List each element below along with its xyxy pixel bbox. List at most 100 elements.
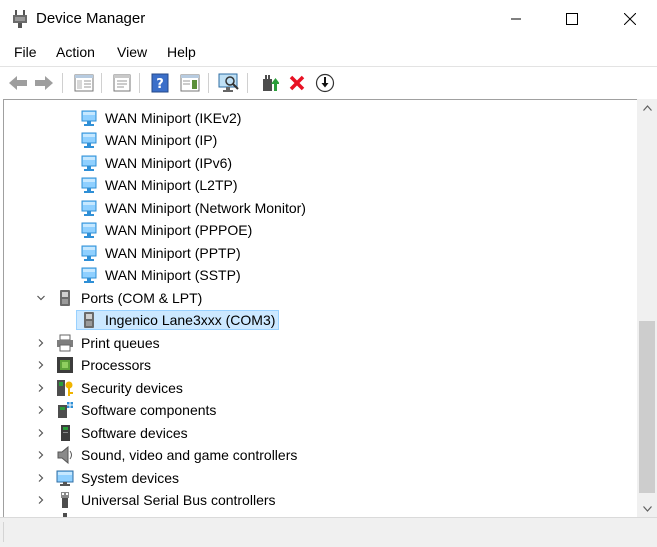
action-pane-button[interactable] bbox=[178, 71, 202, 95]
toolbar: ? bbox=[0, 66, 657, 99]
security-device-icon bbox=[57, 380, 73, 396]
expand-chevron-icon[interactable] bbox=[36, 382, 46, 394]
maximize-icon bbox=[566, 13, 578, 25]
expand-chevron-icon[interactable] bbox=[36, 427, 46, 439]
tree-item-label: Ports (COM & LPT) bbox=[81, 290, 203, 306]
tree-item-wan-pppoe[interactable]: WAN Miniport (PPPOE) bbox=[4, 219, 634, 241]
tree-category-software-devices[interactable]: Software devices bbox=[4, 422, 634, 444]
tree-item-label: WAN Miniport (IKEv2) bbox=[105, 110, 242, 126]
toolbar-separator bbox=[139, 73, 140, 93]
properties-button[interactable] bbox=[110, 71, 134, 95]
scroll-thumb[interactable] bbox=[639, 321, 655, 493]
expand-chevron-icon[interactable] bbox=[36, 449, 46, 461]
toolbar-separator bbox=[247, 73, 248, 93]
menu-view[interactable]: View bbox=[117, 44, 147, 60]
minimize-button[interactable] bbox=[493, 0, 539, 38]
tree-item-wan-l2tp[interactable]: WAN Miniport (L2TP) bbox=[4, 174, 634, 196]
properties-icon bbox=[113, 74, 131, 92]
svg-text:?: ? bbox=[156, 77, 164, 92]
tree-item-label: WAN Miniport (PPPOE) bbox=[105, 222, 253, 238]
tree-item-wan-ikev2[interactable]: WAN Miniport (IKEv2) bbox=[4, 107, 634, 129]
close-button[interactable] bbox=[607, 0, 653, 38]
network-adapter-icon bbox=[81, 110, 97, 126]
menu-file[interactable]: File bbox=[14, 44, 37, 60]
scan-hardware-icon bbox=[218, 73, 239, 92]
tree-item-label: Sound, video and game controllers bbox=[81, 447, 298, 463]
software-device-icon bbox=[61, 425, 70, 441]
forward-button[interactable] bbox=[32, 71, 56, 95]
expand-chevron-icon[interactable] bbox=[36, 359, 46, 371]
window-title: Device Manager bbox=[36, 10, 146, 27]
tree-item-label: WAN Miniport (IP) bbox=[105, 132, 218, 148]
collapse-chevron-icon[interactable] bbox=[36, 292, 46, 304]
scan-hardware-button[interactable] bbox=[217, 71, 241, 95]
expand-chevron-icon[interactable] bbox=[36, 404, 46, 416]
toolbar-separator bbox=[62, 73, 63, 93]
show-hide-console-tree-icon bbox=[74, 74, 94, 92]
tree-category-processors[interactable]: Processors bbox=[4, 354, 634, 376]
speaker-icon bbox=[57, 446, 72, 464]
tree-category-system-devices[interactable]: System devices bbox=[4, 467, 634, 489]
scroll-up-button[interactable] bbox=[637, 99, 657, 116]
tree-item-wan-pptp[interactable]: WAN Miniport (PPTP) bbox=[4, 242, 634, 264]
close-icon bbox=[624, 13, 636, 25]
show-hide-console-tree-button[interactable] bbox=[72, 71, 96, 95]
tree-category-sound-video-game[interactable]: Sound, video and game controllers bbox=[4, 444, 634, 466]
tree-item-label: Processors bbox=[81, 357, 152, 373]
tree-item-wan-ip[interactable]: WAN Miniport (IP) bbox=[4, 129, 634, 151]
chevron-down-icon bbox=[642, 505, 652, 512]
disable-device-icon bbox=[315, 73, 335, 93]
back-icon bbox=[9, 76, 27, 90]
tree-item-label: WAN Miniport (PPTP) bbox=[105, 245, 241, 261]
expand-chevron-icon[interactable] bbox=[36, 337, 46, 349]
tree-category-ports[interactable]: Ports (COM & LPT) bbox=[4, 287, 634, 309]
tree-item-label: Universal Serial Bus controllers bbox=[81, 492, 276, 508]
tree-item-label: Ingenico Lane3xxx (COM3) bbox=[105, 312, 276, 328]
tree-item-label: WAN Miniport (IPv6) bbox=[105, 155, 233, 171]
port-connector-icon bbox=[84, 312, 94, 328]
menu-bar: File Action View Help bbox=[0, 38, 657, 66]
tree-item-label: WAN Miniport (L2TP) bbox=[105, 177, 238, 193]
disable-device-button[interactable] bbox=[313, 71, 337, 95]
scroll-down-button[interactable] bbox=[637, 500, 657, 517]
help-button[interactable]: ? bbox=[148, 71, 172, 95]
tree-item-wan-sstp[interactable]: WAN Miniport (SSTP) bbox=[4, 264, 634, 286]
menu-action[interactable]: Action bbox=[56, 44, 95, 60]
menu-help[interactable]: Help bbox=[167, 44, 196, 60]
help-icon: ? bbox=[151, 73, 169, 93]
network-adapter-icon bbox=[81, 132, 97, 148]
update-driver-button[interactable] bbox=[257, 71, 281, 95]
vertical-scrollbar[interactable] bbox=[637, 99, 657, 517]
expand-chevron-icon[interactable] bbox=[36, 472, 46, 484]
network-adapter-icon bbox=[81, 177, 97, 193]
network-adapter-icon bbox=[81, 155, 97, 171]
status-bar bbox=[0, 517, 657, 547]
maximize-button[interactable] bbox=[549, 0, 595, 38]
tree-item-wan-ipv6[interactable]: WAN Miniport (IPv6) bbox=[4, 152, 634, 174]
uninstall-button[interactable] bbox=[285, 71, 309, 95]
tree-item-wan-network-monitor[interactable]: WAN Miniport (Network Monitor) bbox=[4, 197, 634, 219]
tree-item-label: Software devices bbox=[81, 425, 188, 441]
tree-category-print-queues[interactable]: Print queues bbox=[4, 332, 634, 354]
tree-category-usb-controllers[interactable]: Universal Serial Bus controllers bbox=[4, 489, 634, 511]
uninstall-icon bbox=[289, 75, 305, 91]
tree-item-label: System devices bbox=[81, 470, 180, 486]
device-tree[interactable]: WAN Miniport (IKEv2) WAN Miniport (IP) W… bbox=[3, 99, 638, 518]
system-device-icon bbox=[56, 470, 74, 486]
tree-item-label: WAN Miniport (SSTP) bbox=[105, 267, 241, 283]
action-pane-icon bbox=[180, 74, 200, 92]
tree-item-label: Software components bbox=[81, 402, 217, 418]
minimize-icon bbox=[511, 18, 521, 20]
back-button[interactable] bbox=[6, 71, 30, 95]
port-connector-icon bbox=[60, 290, 70, 306]
toolbar-separator bbox=[208, 73, 209, 93]
tree-item-label: Print queues bbox=[81, 335, 160, 351]
expand-chevron-icon[interactable] bbox=[36, 494, 46, 506]
tree-item-ingenico-com3[interactable]: Ingenico Lane3xxx (COM3) bbox=[4, 309, 634, 331]
title-bar: Device Manager bbox=[0, 0, 657, 38]
tree-category-software-components[interactable]: Software components bbox=[4, 399, 634, 421]
chevron-up-icon bbox=[642, 104, 652, 111]
printer-icon bbox=[57, 334, 73, 352]
network-adapter-icon bbox=[81, 222, 97, 238]
tree-category-security-devices[interactable]: Security devices bbox=[4, 377, 634, 399]
